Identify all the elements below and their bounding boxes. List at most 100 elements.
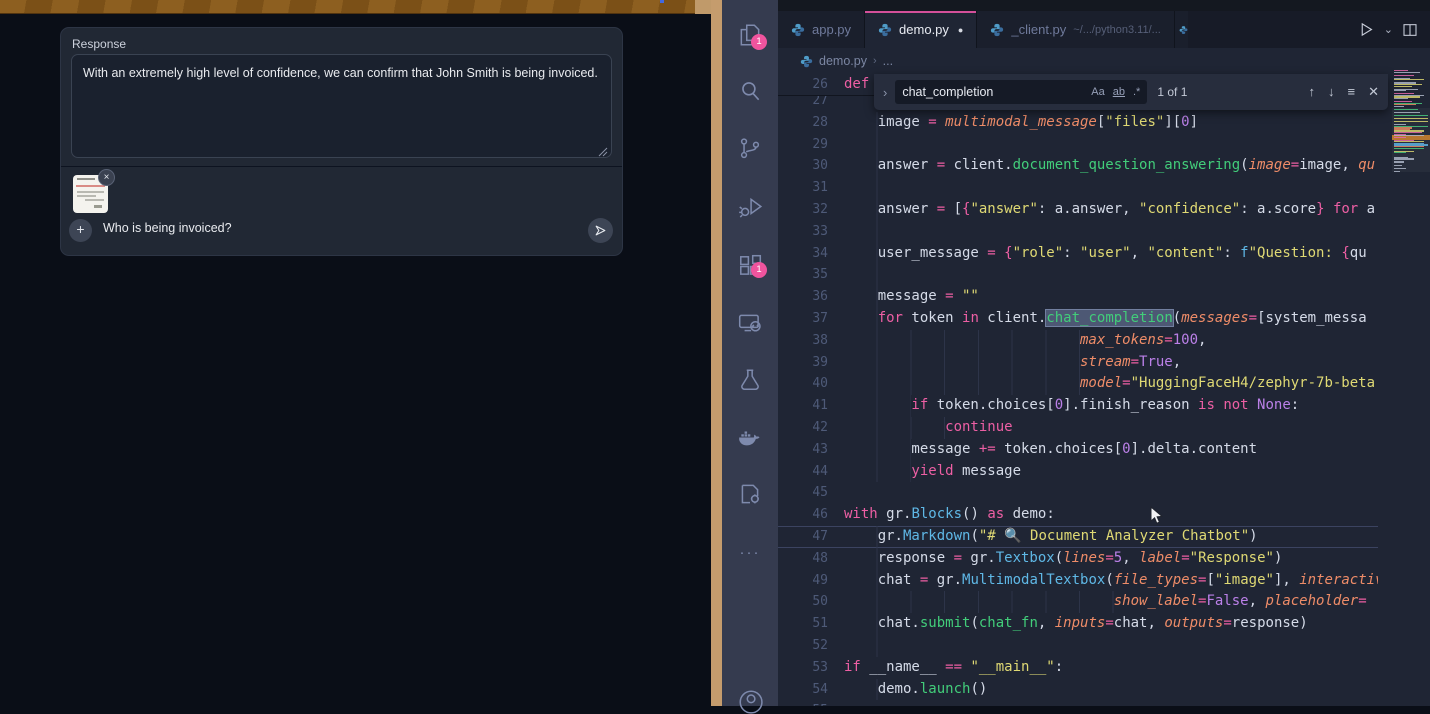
code-line: 45	[778, 482, 1378, 504]
find-widget: › Aa ab .* 1 of 1 ↑ ↓ ≡ ✕	[874, 74, 1388, 110]
window-top-strip	[0, 0, 695, 14]
minimap-line	[1394, 118, 1428, 119]
code-rows[interactable]: 2728image = multimodal_message["files"][…	[778, 90, 1378, 706]
desktop-gap-strip	[711, 0, 722, 706]
account-icon[interactable]	[737, 688, 763, 714]
previous-match-icon[interactable]: ↑	[1309, 84, 1316, 100]
minimap[interactable]	[1392, 60, 1430, 706]
breadcrumb-file[interactable]: demo.py	[819, 54, 867, 68]
search-icon[interactable]	[737, 78, 763, 104]
run-dropdown-icon[interactable]: ⌄	[1384, 23, 1393, 36]
remove-attachment-button[interactable]: ×	[98, 169, 115, 186]
minimap-line	[1394, 106, 1404, 107]
code-line: 47gr.Markdown("# 🔍 Document Analyzer Cha…	[778, 526, 1378, 548]
explorer-badge: 1	[751, 34, 767, 50]
code-line: 29	[778, 134, 1378, 156]
code-line: 49chat = gr.MultimodalTextbox(file_types…	[778, 570, 1378, 592]
chat-input[interactable]	[103, 221, 533, 235]
window-top-marker	[660, 0, 664, 3]
plus-icon: +	[76, 221, 84, 237]
code-line: 46with gr.Blocks() as demo:	[778, 504, 1378, 526]
more-actions-icon[interactable]: ···	[737, 544, 763, 561]
minimap-line	[1394, 137, 1406, 138]
find-actions: ↑ ↓ ≡ ✕	[1309, 84, 1380, 100]
minimap-line	[1394, 161, 1404, 162]
minimap-line	[1394, 165, 1402, 166]
code-line: 41if token.choices[0].finish_reason is n…	[778, 395, 1378, 417]
window-top-strip-edge	[695, 0, 711, 14]
code-line: 54demo.launch()	[778, 679, 1378, 701]
vscode-window: 1 1	[722, 0, 1430, 706]
code-line: 38max_tokens=100,	[778, 330, 1378, 352]
mouse-cursor	[1150, 506, 1164, 526]
breadcrumb-symbol[interactable]: ...	[883, 54, 893, 68]
next-match-icon[interactable]: ↓	[1328, 84, 1335, 100]
find-input[interactable]	[902, 85, 1091, 99]
tab-label: app.py	[812, 22, 851, 37]
chevron-right-icon: ›	[873, 55, 877, 67]
source-control-icon[interactable]	[737, 135, 763, 161]
extensions-badge: 1	[751, 262, 767, 278]
code-line: 33	[778, 221, 1378, 243]
tab-bar: app.py demo.py ● _client.py ~/.../python…	[778, 11, 1430, 48]
code-line: 44yield message	[778, 461, 1378, 483]
response-label: Response	[72, 37, 126, 51]
minimap-line	[1394, 112, 1420, 113]
match-case-icon[interactable]: Aa	[1091, 86, 1104, 98]
find-input-box: Aa ab .*	[895, 80, 1147, 104]
minimap-line	[1394, 158, 1414, 159]
editor-actions: ⌄	[1348, 11, 1430, 48]
tab-client-py[interactable]: _client.py ~/.../python3.11/...	[977, 11, 1174, 48]
docker-icon[interactable]	[737, 424, 763, 450]
add-file-button[interactable]: +	[69, 219, 92, 242]
remote-explorer-icon[interactable]	[737, 310, 763, 336]
code-line: 37for token in client.chat_completion(me…	[778, 308, 1378, 330]
response-textarea[interactable]: With an extremely high level of confiden…	[71, 54, 612, 158]
testing-flask-icon[interactable]	[737, 367, 763, 393]
tab-label: _client.py	[1011, 22, 1066, 37]
tab-app-py[interactable]: app.py	[778, 11, 865, 48]
gradio-form-block: Response With an extremely high level of…	[60, 27, 623, 256]
close-find-icon[interactable]: ✕	[1368, 84, 1379, 100]
python-icon	[878, 23, 892, 37]
tab-overflow-partial[interactable]	[1175, 11, 1188, 48]
code-line: 53if __name__ == "__main__":	[778, 657, 1378, 679]
code-line: 35	[778, 264, 1378, 286]
code-line: 28image = multimodal_message["files"][0]	[778, 112, 1378, 134]
minimap-line	[1394, 121, 1428, 122]
run-debug-icon[interactable]	[737, 194, 763, 220]
split-editor-icon[interactable]	[1402, 22, 1418, 38]
toggle-replace-icon[interactable]: ›	[883, 85, 887, 100]
editor-group: app.py demo.py ● _client.py ~/.../python…	[778, 0, 1430, 706]
code-line: 52	[778, 635, 1378, 657]
python-icon	[1179, 23, 1188, 37]
find-results-count: 1 of 1	[1157, 85, 1187, 99]
regex-icon[interactable]: .*	[1133, 86, 1140, 98]
minimap-line	[1394, 168, 1406, 169]
code-line: 48response = gr.Textbox(lines=5, label="…	[778, 548, 1378, 570]
close-icon: ×	[104, 172, 110, 183]
code-runner-icon[interactable]	[737, 481, 763, 507]
run-file-icon[interactable]	[1358, 21, 1375, 38]
activity-bar: 1 1	[722, 0, 778, 706]
tab-label: demo.py	[899, 22, 949, 37]
code-line: 39stream=True,	[778, 352, 1378, 374]
code-line: 31	[778, 177, 1378, 199]
whole-word-icon[interactable]: ab	[1113, 86, 1125, 98]
minimap-line	[1394, 90, 1406, 91]
minimap-line	[1394, 152, 1406, 153]
minimap-line	[1394, 109, 1418, 110]
python-icon	[791, 23, 805, 37]
find-in-selection-icon[interactable]: ≡	[1348, 84, 1356, 100]
minimap-line	[1394, 72, 1420, 73]
code-line: 50show_label=False, placeholder=	[778, 591, 1378, 613]
send-button[interactable]	[588, 218, 613, 243]
code-line: 43message += token.choices[0].delta.cont…	[778, 439, 1378, 461]
python-icon	[800, 55, 813, 68]
modified-dot-icon[interactable]: ●	[958, 25, 963, 35]
breadcrumb[interactable]: demo.py › ...	[778, 48, 893, 74]
code-editor[interactable]: demo.py › ... 2728image = multimodal_mes…	[778, 48, 1430, 706]
code-line: 42continue	[778, 417, 1378, 439]
tab-demo-py[interactable]: demo.py ●	[865, 11, 977, 48]
resize-handle-icon[interactable]	[598, 147, 608, 157]
